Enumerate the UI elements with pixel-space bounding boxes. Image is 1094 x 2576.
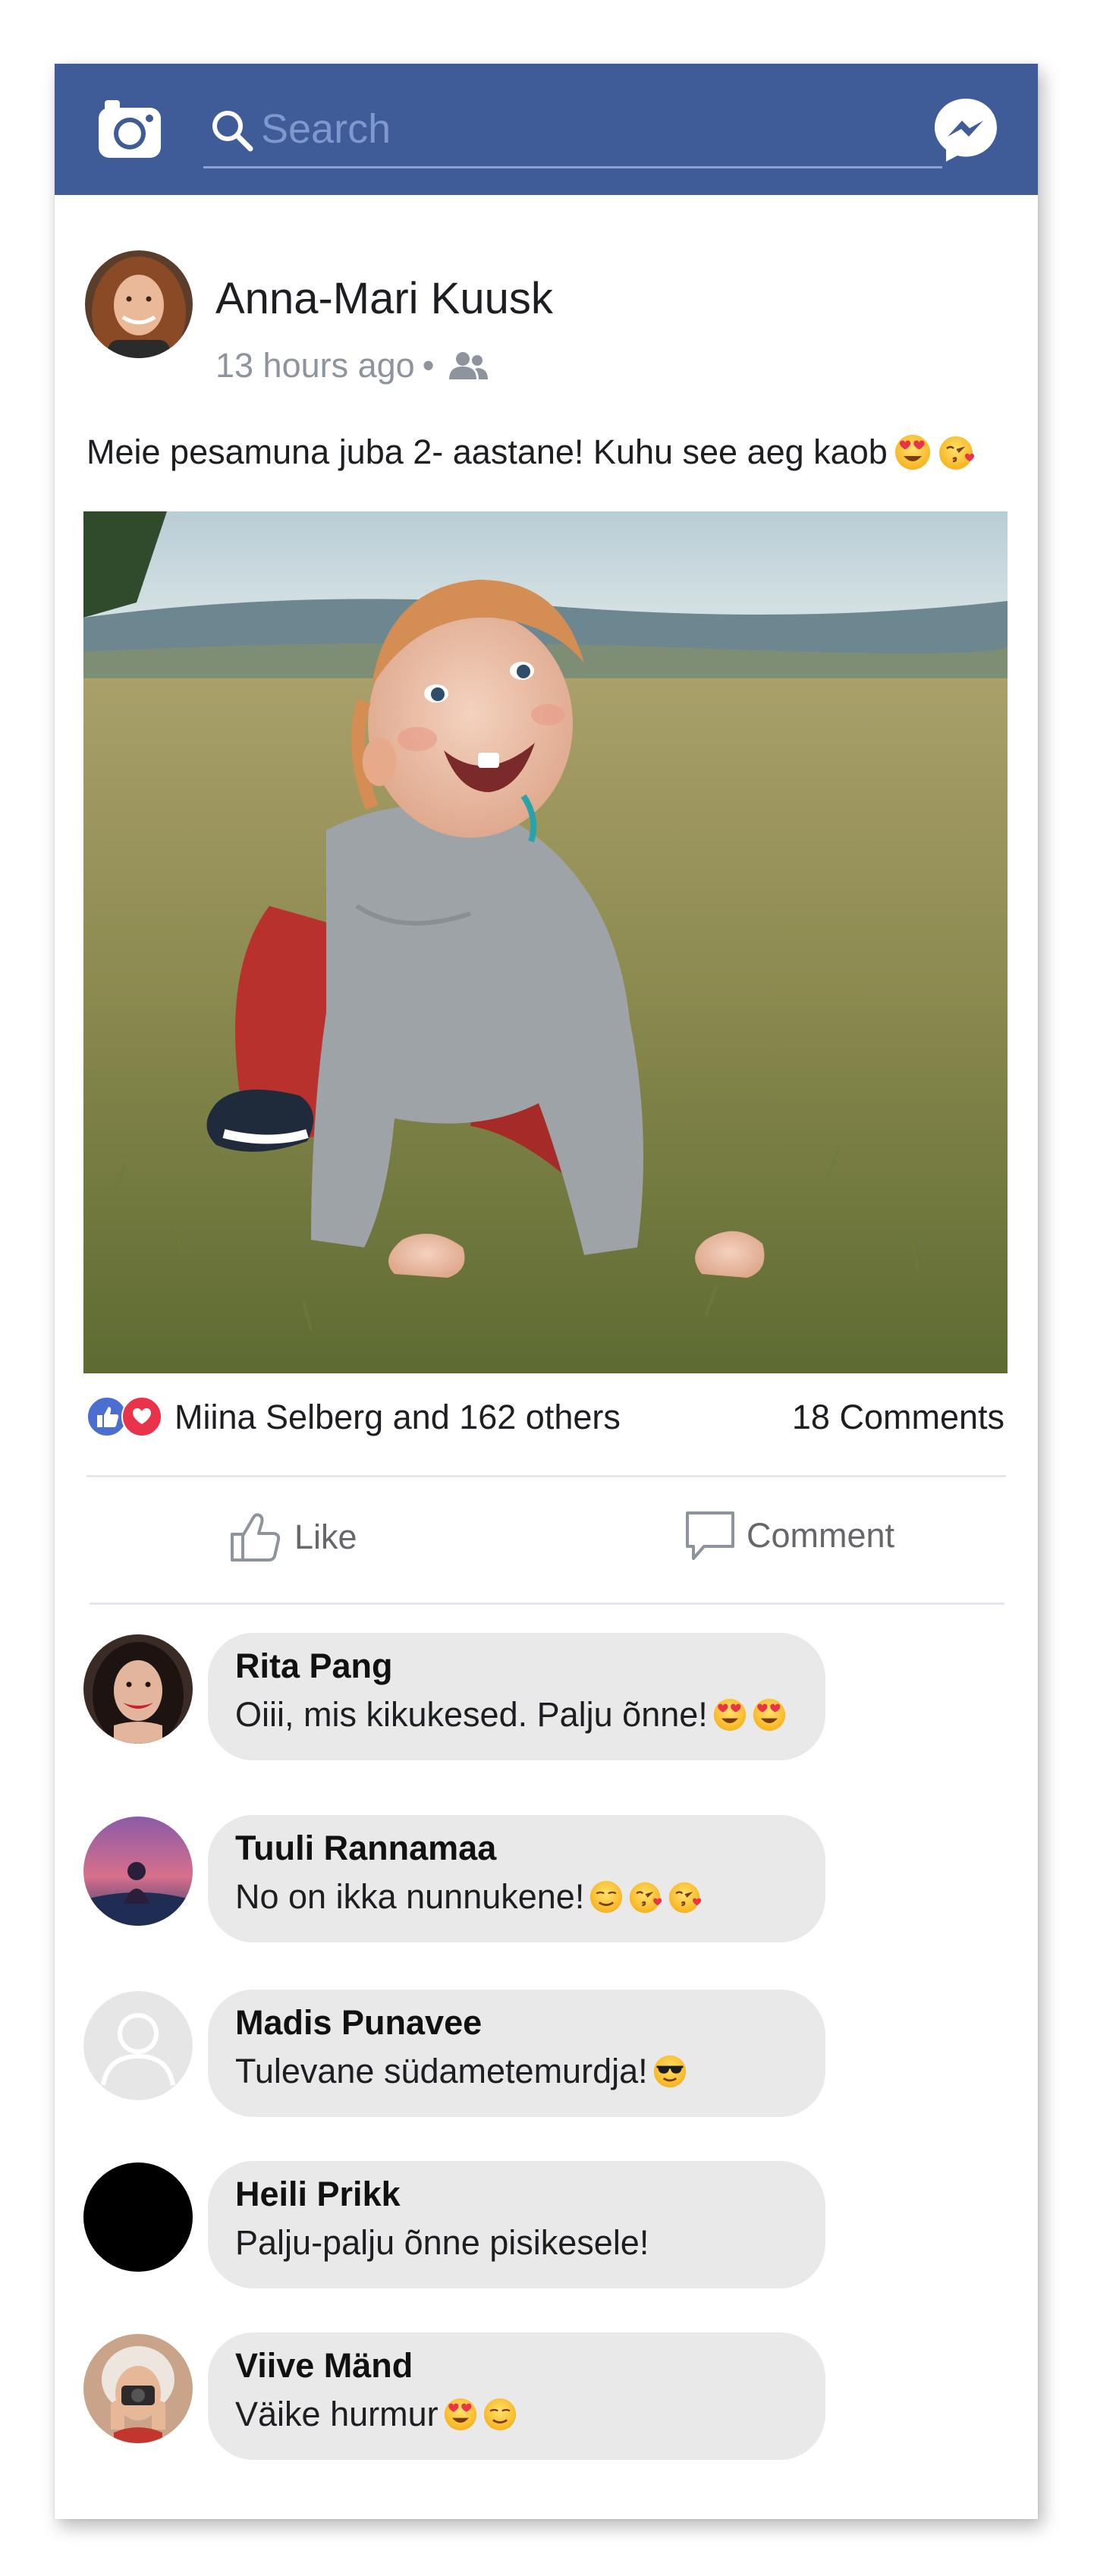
comment-bubble[interactable]: Heili Prikk Palju-palju õnne pisikesele! [208, 2161, 825, 2288]
heart-eyes-emoji [752, 1697, 787, 1732]
smirk-emoji [483, 2397, 517, 2432]
commenter-name[interactable]: Tuuli Rannamaa [235, 1829, 798, 1868]
comment-item: Madis Punavee Tulevane südametemurdja! [83, 1989, 880, 2120]
commenter-avatar[interactable] [83, 1816, 193, 1926]
search-icon [212, 111, 253, 152]
comment-text: Oiii, mis kikukesed. Palju õnne! [235, 1695, 708, 1734]
author-avatar[interactable] [85, 250, 193, 358]
comment-bubble[interactable]: Viive Mänd Väike hurmur [208, 2332, 825, 2460]
commenter-name[interactable]: Heili Prikk [235, 2175, 798, 2214]
comment-bubble[interactable]: Tuuli Rannamaa No on ikka nunnukene! [208, 1815, 825, 1942]
like-button[interactable]: Like [228, 1507, 357, 1568]
like-label: Like [294, 1518, 357, 1556]
author-name[interactable]: Anna-Mari Kuusk [215, 273, 553, 324]
search-input[interactable] [261, 97, 929, 161]
comment-label: Comment [747, 1516, 895, 1555]
love-reaction-icon[interactable] [121, 1396, 162, 1437]
comment-button[interactable]: Comment [683, 1504, 894, 1568]
comment-item: Rita Pang Oiii, mis kikukesed. Palju õnn… [83, 1633, 880, 1763]
friends-icon [449, 352, 489, 379]
comment-text: Palju-palju õnne pisikesele! [235, 2223, 649, 2262]
comment-bubble[interactable]: Madis Punavee Tulevane südametemurdja! [208, 1989, 825, 2117]
search-underline [203, 166, 942, 168]
comment-text-row: Tulevane südametemurdja! [235, 2052, 798, 2091]
thumbs-up-icon [231, 1513, 281, 1562]
commenter-avatar[interactable] [83, 1634, 193, 1744]
post-screen: Anna-Mari Kuusk 13 hours ago • Meie pesa… [55, 64, 1038, 2519]
commenter-name[interactable]: Madis Punavee [235, 2003, 798, 2043]
post-meta: 13 hours ago • [215, 346, 489, 385]
comment-text-row: No on ikka nunnukene! [235, 1877, 798, 1917]
post-time[interactable]: 13 hours ago [215, 346, 415, 385]
post-text-content: Meie pesamuna juba 2- aastane! Kuhu see … [86, 432, 888, 471]
meta-separator: • [422, 346, 435, 385]
reactions-bar: Miina Selberg and 162 others 18 Comments [86, 1393, 1004, 1440]
comment-text: No on ikka nunnukene! [235, 1877, 585, 1916]
comment-text-row: Väike hurmur [235, 2395, 798, 2434]
kissing-heart-emoji [628, 1879, 663, 1914]
smirk-emoji [589, 1879, 624, 1914]
kissing-heart-emoji [668, 1879, 703, 1914]
commenter-name[interactable]: Rita Pang [235, 1647, 798, 1686]
sunglasses-emoji [652, 2054, 687, 2089]
reactions-summary[interactable]: Miina Selberg and 162 others [174, 1398, 621, 1437]
comment-item: Viive Mänd Väike hurmur [83, 2332, 880, 2463]
comment-item: Tuuli Rannamaa No on ikka nunnukene! [83, 1815, 880, 1945]
top-navigation-bar [55, 64, 1038, 195]
comment-text: Tulevane südametemurdja! [235, 2052, 648, 2090]
comment-text-row: Oiii, mis kikukesed. Palju õnne! [235, 1695, 798, 1735]
default-avatar-icon[interactable] [83, 1991, 193, 2100]
kissing-heart-emoji [938, 433, 976, 471]
comment-bubble-icon [686, 1511, 734, 1560]
commenter-avatar[interactable] [83, 2162, 193, 2272]
camera-icon[interactable] [96, 96, 164, 161]
heart-eyes-emoji [443, 2397, 478, 2432]
comments-count[interactable]: 18 Comments [792, 1398, 1004, 1437]
comment-text-row: Palju-palju õnne pisikesele! [235, 2223, 798, 2263]
comment-item: Heili Prikk Palju-palju õnne pisikesele! [83, 2161, 880, 2291]
heart-eyes-emoji [894, 433, 932, 471]
commenter-avatar[interactable] [83, 2334, 193, 2443]
divider [90, 1603, 1004, 1605]
divider [86, 1475, 1006, 1477]
comment-bubble[interactable]: Rita Pang Oiii, mis kikukesed. Palju õnn… [208, 1633, 825, 1760]
post-text: Meie pesamuna juba 2- aastane! Kuhu see … [86, 432, 976, 472]
heart-eyes-emoji [712, 1697, 747, 1732]
messenger-icon[interactable] [932, 96, 1000, 164]
post-photo[interactable] [83, 511, 1008, 1373]
comment-text: Väike hurmur [235, 2395, 439, 2433]
commenter-name[interactable]: Viive Mänd [235, 2346, 798, 2386]
